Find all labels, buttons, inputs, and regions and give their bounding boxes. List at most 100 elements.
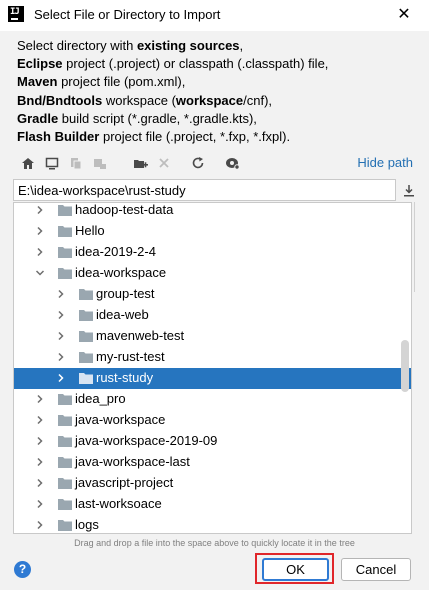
import-dialog: IJ Select File or Directory to Import ✕ … [0,0,429,590]
drag-drop-hint: Drag and drop a file into the space abov… [74,538,355,548]
ok-button[interactable]: OK [262,558,329,581]
chevron-right-icon[interactable] [34,393,46,405]
tree-item[interactable]: java-workspace-2019-09 [14,431,411,452]
module-icon[interactable] [90,153,110,173]
tree-item[interactable]: java-workspace [14,410,411,431]
tree-item-label: last-worksoace [75,496,162,511]
tree-item-label: Hello [75,223,105,238]
tree-item-label: java-workspace-2019-09 [75,433,218,448]
tree-item[interactable]: idea-web [14,305,411,326]
desc-bold: Eclipse [17,56,63,72]
file-chooser-toolbar: Hide path [13,153,418,173]
tree-item[interactable]: Hello [14,221,411,242]
tree-item[interactable]: rust-study [14,368,411,389]
show-hidden-icon[interactable] [222,153,242,173]
chevron-right-icon[interactable] [55,351,67,363]
desc-bold: existing sources [136,38,240,53]
chevron-right-icon[interactable] [55,372,67,384]
desc-text: workspace ( [102,92,176,108]
path-row [13,179,418,201]
folder-icon [79,288,93,300]
tree-item-label: java-workspace [75,412,166,427]
desc-text: Select directory with [17,38,137,53]
download-icon[interactable] [399,180,419,200]
desc-bold: Bnd/Bndtools [17,92,103,108]
desktop-icon[interactable] [42,153,62,173]
folder-icon [58,393,72,405]
chevron-right-icon[interactable] [55,288,67,300]
help-icon[interactable]: ? [14,561,31,578]
desc-text: , [239,38,244,53]
folder-icon [58,456,72,468]
folder-icon [79,372,93,384]
file-tree[interactable]: hadoop-test-data Hello idea-2019-2-4 idea-w… [13,202,412,534]
import-description: Select directory with existing sources, … [17,37,417,146]
chevron-right-icon[interactable] [34,435,46,447]
folder-icon [79,351,93,363]
tree-item-label: javascript-project [75,475,174,490]
chevron-right-icon[interactable] [34,477,46,489]
chevron-right-icon[interactable] [34,456,46,468]
tree-item[interactable]: javascript-project [14,473,411,494]
desc-text: project (.project) or classpath (.classp… [62,56,329,72]
tree-item[interactable]: logs [14,515,411,533]
path-field[interactable] [13,179,396,201]
title-bar: IJ Select File or Directory to Import ✕ [0,0,429,31]
tree-scrollbar-thumb[interactable] [401,340,409,392]
close-icon[interactable]: ✕ [392,3,416,27]
tree-item[interactable]: java-workspace-last [14,452,411,473]
desc-text: build script (*.gradle, *.gradle.kts), [58,110,257,126]
chevron-right-icon[interactable] [55,330,67,342]
new-folder-icon[interactable] [130,153,150,173]
cancel-button[interactable]: Cancel [341,558,411,581]
tree-item[interactable]: my-rust-test [14,347,411,368]
tree-item-label: my-rust-test [96,349,165,364]
chevron-right-icon[interactable] [34,204,46,216]
tree-item[interactable]: last-worksoace [14,494,411,515]
tree-item-label: rust-study [96,370,154,385]
desc-text: project file (.project, *.fxp, *.fxpl). [99,129,291,145]
tree-item-label: idea_pro [75,391,126,406]
folder-icon [58,267,72,279]
chevron-right-icon[interactable] [34,498,46,510]
folder-icon [58,435,72,447]
tree-item[interactable]: mavenweb-test [14,326,411,347]
folder-icon [58,498,72,510]
chevron-right-icon[interactable] [55,309,67,321]
tree-item[interactable]: group-test [14,284,411,305]
tree-item-label: group-test [96,286,155,301]
folder-icon [58,225,72,237]
desc-bold: workspace [175,92,244,108]
chevron-right-icon[interactable] [34,246,46,258]
chevron-right-icon[interactable] [34,519,46,531]
tree-item-label: idea-workspace [75,265,167,280]
tree-item-label: mavenweb-test [96,328,185,343]
scrollbar-edge [414,202,415,292]
project-icon[interactable] [66,153,86,173]
tree-item-label: hadoop-test-data [75,202,174,217]
tree-item-label: logs [75,517,99,532]
folder-icon [58,414,72,426]
folder-icon [79,330,93,342]
refresh-icon[interactable] [188,153,208,173]
desc-bold: Gradle [17,110,59,126]
chevron-right-icon[interactable] [34,225,46,237]
tree-item[interactable]: hadoop-test-data [14,202,411,221]
tree-item[interactable]: idea-workspace [14,263,411,284]
intellij-icon: IJ [8,6,24,22]
desc-bold: Flash Builder [17,129,100,145]
home-icon[interactable] [18,153,38,173]
tree-item[interactable]: idea_pro [14,389,411,410]
folder-icon [58,204,72,216]
window-title: Select File or Directory to Import [34,7,221,22]
chevron-down-icon[interactable] [34,267,46,279]
hide-path-link[interactable]: Hide path [357,155,413,170]
tree-item-label: idea-2019-2-4 [75,244,156,259]
delete-icon[interactable] [154,153,174,173]
tree-item[interactable]: idea-2019-2-4 [14,242,411,263]
chevron-right-icon[interactable] [34,414,46,426]
folder-icon [58,519,72,531]
desc-text: project file (pom.xml), [57,74,186,90]
folder-icon [58,477,72,489]
desc-text: /cnf), [243,92,273,108]
